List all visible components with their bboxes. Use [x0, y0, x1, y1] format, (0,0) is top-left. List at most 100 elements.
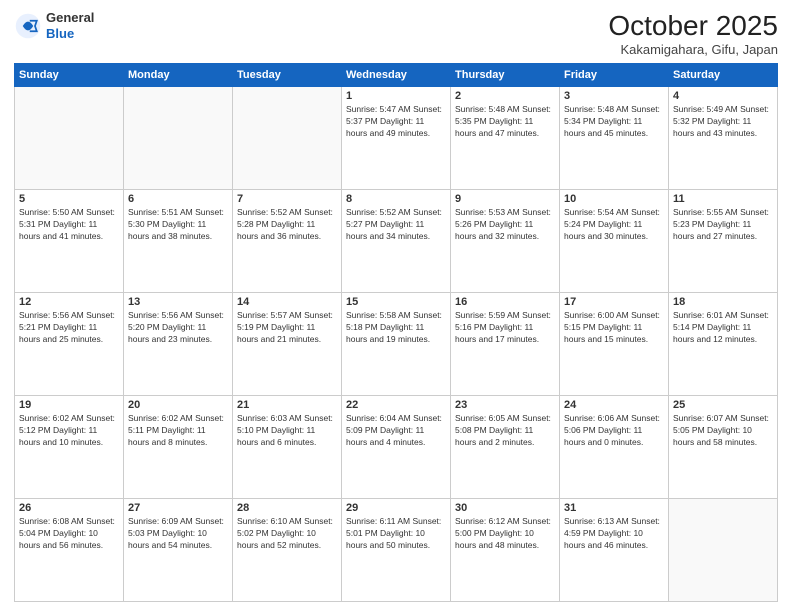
table-row: 16 Sunrise: 5:59 AM Sunset: 5:16 PM Dayli…	[451, 293, 560, 396]
col-saturday: Saturday	[669, 64, 778, 87]
table-row: 26Sunrise: 6:08 AM Sunset: 5:04 PM Dayli…	[15, 499, 124, 602]
table-row	[669, 499, 778, 602]
day-number: 4	[673, 90, 773, 102]
table-row: 17Sunrise: 6:00 AM Sunset: 5:15 PM Dayli…	[560, 293, 669, 396]
day-info: Sunrise: 5:57 AM Sunset: 5:19 PM Dayligh…	[237, 310, 337, 346]
day-number: 3	[564, 90, 664, 102]
table-row: 22 Sunrise: 6:04 AM Sunset: 5:09 PM Dayli…	[342, 396, 451, 499]
day-number: 16	[455, 296, 555, 308]
col-friday: Friday	[560, 64, 669, 87]
day-info: Sunrise: 6:02 AM Sunset: 5:12 PM Dayligh…	[19, 413, 119, 449]
day-info: Sunrise: 6:10 AM Sunset: 5:02 PM Dayligh…	[237, 516, 337, 552]
day-info: Sunrise: 6:00 AM Sunset: 5:15 PM Dayligh…	[564, 310, 664, 346]
day-info: Sunrise: 5:56 AM Sunset: 5:20 PM Dayligh…	[128, 310, 228, 346]
day-number: 29	[346, 502, 446, 514]
day-info: Sunrise: 6:09 AM Sunset: 5:03 PM Dayligh…	[128, 516, 228, 552]
table-row: 2 Sunrise: 5:48 AM Sunset: 5:35 PM Daylig…	[451, 87, 560, 190]
table-row: 29 Sunrise: 6:11 AM Sunset: 5:01 PM Dayli…	[342, 499, 451, 602]
table-row: 18Sunrise: 6:01 AM Sunset: 5:14 PM Dayli…	[669, 293, 778, 396]
day-info: Sunrise: 6:06 AM Sunset: 5:06 PM Dayligh…	[564, 413, 664, 449]
day-info: Sunrise: 6:07 AM Sunset: 5:05 PM Dayligh…	[673, 413, 773, 449]
table-row: 4 Sunrise: 5:49 AM Sunset: 5:32 PM Daylig…	[669, 87, 778, 190]
logo-icon	[14, 12, 42, 40]
day-number: 15	[346, 296, 446, 308]
table-row: 28 Sunrise: 6:10 AM Sunset: 5:02 PM Dayli…	[233, 499, 342, 602]
col-tuesday: Tuesday	[233, 64, 342, 87]
day-number: 23	[455, 399, 555, 411]
day-info: Sunrise: 5:50 AM Sunset: 5:31 PM Dayligh…	[19, 207, 119, 243]
calendar-week-row: 12 Sunrise: 5:56 AM Sunset: 5:21 PM Dayli…	[15, 293, 778, 396]
day-number: 20	[128, 399, 228, 411]
day-info: Sunrise: 6:02 AM Sunset: 5:11 PM Dayligh…	[128, 413, 228, 449]
day-info: Sunrise: 5:48 AM Sunset: 5:34 PM Dayligh…	[564, 104, 664, 140]
day-number: 10	[564, 193, 664, 205]
col-sunday: Sunday	[15, 64, 124, 87]
page: General Blue October 2025 Kakamigahara, …	[0, 0, 792, 612]
day-info: Sunrise: 5:55 AM Sunset: 5:23 PM Dayligh…	[673, 207, 773, 243]
day-number: 27	[128, 502, 228, 514]
table-row: 6 Sunrise: 5:51 AM Sunset: 5:30 PM Daylig…	[124, 190, 233, 293]
col-wednesday: Wednesday	[342, 64, 451, 87]
day-number: 28	[237, 502, 337, 514]
day-info: Sunrise: 6:11 AM Sunset: 5:01 PM Dayligh…	[346, 516, 446, 552]
day-info: Sunrise: 5:54 AM Sunset: 5:24 PM Dayligh…	[564, 207, 664, 243]
day-info: Sunrise: 5:51 AM Sunset: 5:30 PM Dayligh…	[128, 207, 228, 243]
day-info: Sunrise: 5:56 AM Sunset: 5:21 PM Dayligh…	[19, 310, 119, 346]
day-info: Sunrise: 6:08 AM Sunset: 5:04 PM Dayligh…	[19, 516, 119, 552]
day-number: 6	[128, 193, 228, 205]
title-area: October 2025 Kakamigahara, Gifu, Japan	[608, 10, 778, 57]
day-info: Sunrise: 6:05 AM Sunset: 5:08 PM Dayligh…	[455, 413, 555, 449]
logo-text: General Blue	[46, 10, 94, 41]
table-row: 31Sunrise: 6:13 AM Sunset: 4:59 PM Dayli…	[560, 499, 669, 602]
table-row: 13 Sunrise: 5:56 AM Sunset: 5:20 PM Dayli…	[124, 293, 233, 396]
table-row: 15Sunrise: 5:58 AM Sunset: 5:18 PM Dayli…	[342, 293, 451, 396]
day-info: Sunrise: 6:12 AM Sunset: 5:00 PM Dayligh…	[455, 516, 555, 552]
calendar-week-row: 19 Sunrise: 6:02 AM Sunset: 5:12 PM Dayli…	[15, 396, 778, 499]
table-row	[15, 87, 124, 190]
day-info: Sunrise: 5:47 AM Sunset: 5:37 PM Dayligh…	[346, 104, 446, 140]
table-row: 25 Sunrise: 6:07 AM Sunset: 5:05 PM Dayli…	[669, 396, 778, 499]
table-row: 10 Sunrise: 5:54 AM Sunset: 5:24 PM Dayli…	[560, 190, 669, 293]
day-number: 1	[346, 90, 446, 102]
day-info: Sunrise: 6:13 AM Sunset: 4:59 PM Dayligh…	[564, 516, 664, 552]
day-number: 30	[455, 502, 555, 514]
table-row	[233, 87, 342, 190]
day-number: 22	[346, 399, 446, 411]
calendar-week-row: 26Sunrise: 6:08 AM Sunset: 5:04 PM Dayli…	[15, 499, 778, 602]
day-number: 2	[455, 90, 555, 102]
table-row: 12 Sunrise: 5:56 AM Sunset: 5:21 PM Dayli…	[15, 293, 124, 396]
table-row: 1 Sunrise: 5:47 AM Sunset: 5:37 PM Daylig…	[342, 87, 451, 190]
day-info: Sunrise: 5:48 AM Sunset: 5:35 PM Dayligh…	[455, 104, 555, 140]
day-number: 7	[237, 193, 337, 205]
table-row: 30 Sunrise: 6:12 AM Sunset: 5:00 PM Dayli…	[451, 499, 560, 602]
table-row: 11Sunrise: 5:55 AM Sunset: 5:23 PM Dayli…	[669, 190, 778, 293]
header: General Blue October 2025 Kakamigahara, …	[14, 10, 778, 57]
day-number: 8	[346, 193, 446, 205]
day-info: Sunrise: 5:49 AM Sunset: 5:32 PM Dayligh…	[673, 104, 773, 140]
table-row: 19 Sunrise: 6:02 AM Sunset: 5:12 PM Dayli…	[15, 396, 124, 499]
day-info: Sunrise: 5:52 AM Sunset: 5:28 PM Dayligh…	[237, 207, 337, 243]
day-number: 18	[673, 296, 773, 308]
col-monday: Monday	[124, 64, 233, 87]
day-number: 19	[19, 399, 119, 411]
day-number: 25	[673, 399, 773, 411]
day-number: 12	[19, 296, 119, 308]
table-row: 20 Sunrise: 6:02 AM Sunset: 5:11 PM Dayli…	[124, 396, 233, 499]
day-info: Sunrise: 5:52 AM Sunset: 5:27 PM Dayligh…	[346, 207, 446, 243]
day-info: Sunrise: 5:53 AM Sunset: 5:26 PM Dayligh…	[455, 207, 555, 243]
day-number: 13	[128, 296, 228, 308]
logo-general: General	[46, 10, 94, 26]
logo-blue: Blue	[46, 26, 94, 42]
table-row: 27 Sunrise: 6:09 AM Sunset: 5:03 PM Dayli…	[124, 499, 233, 602]
calendar-week-row: 5Sunrise: 5:50 AM Sunset: 5:31 PM Daylig…	[15, 190, 778, 293]
day-info: Sunrise: 6:04 AM Sunset: 5:09 PM Dayligh…	[346, 413, 446, 449]
day-info: Sunrise: 6:03 AM Sunset: 5:10 PM Dayligh…	[237, 413, 337, 449]
month-title: October 2025	[608, 10, 778, 42]
calendar: Sunday Monday Tuesday Wednesday Thursday…	[14, 63, 778, 602]
calendar-header-row: Sunday Monday Tuesday Wednesday Thursday…	[15, 64, 778, 87]
day-number: 9	[455, 193, 555, 205]
table-row: 21Sunrise: 6:03 AM Sunset: 5:10 PM Dayli…	[233, 396, 342, 499]
table-row: 23 Sunrise: 6:05 AM Sunset: 5:08 PM Dayli…	[451, 396, 560, 499]
day-info: Sunrise: 5:59 AM Sunset: 5:16 PM Dayligh…	[455, 310, 555, 346]
location: Kakamigahara, Gifu, Japan	[608, 42, 778, 57]
